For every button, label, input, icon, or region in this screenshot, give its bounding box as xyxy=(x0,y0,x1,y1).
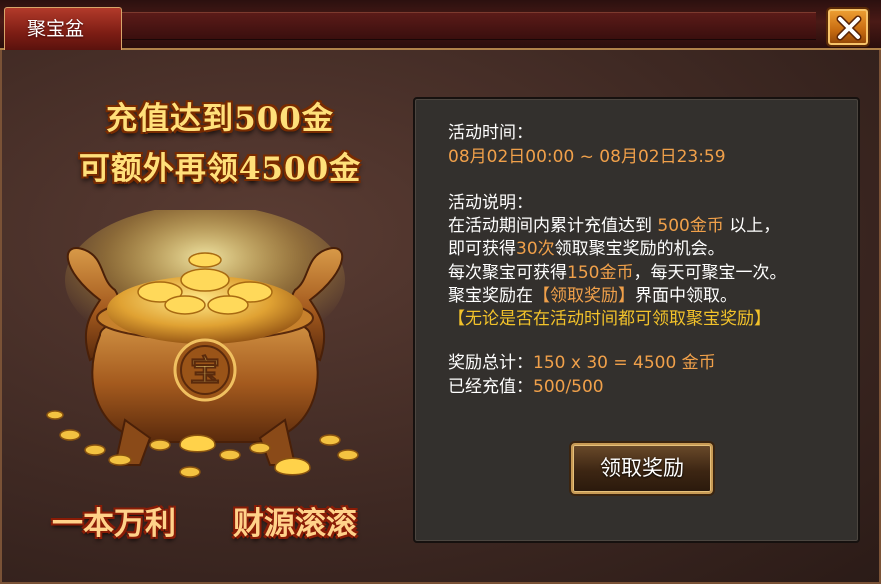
reward-total-label: 奖励总计： xyxy=(448,353,533,373)
svg-text:宝: 宝 xyxy=(190,354,220,389)
desc-line-4: 聚宝奖励在【领取奖励】界面中领取。 xyxy=(448,281,737,306)
desc-line-1-amount: 500金币 xyxy=(657,216,724,236)
desc-line-4-tail: 界面中领取。 xyxy=(635,286,737,306)
motto-left: 一本万利 xyxy=(52,506,176,542)
activity-time-label: 活动时间： xyxy=(448,123,533,143)
desc-line-3-amount: 150金币 xyxy=(567,263,634,283)
desc-line-2-count: 30次 xyxy=(516,239,555,259)
desc-line-2: 即可获得30次领取聚宝奖励的机会。 xyxy=(448,234,725,259)
desc-line-3: 每次聚宝可获得150金币，每天可聚宝一次。 xyxy=(448,258,786,283)
desc-line-1: 在活动期间内累计充值达到 500金币 以上， xyxy=(448,211,780,236)
close-button[interactable] xyxy=(826,7,870,47)
treasure-pot-illustration: 宝 xyxy=(46,210,359,478)
desc-line-3-text: 每次聚宝可获得 xyxy=(448,263,567,283)
title-bar-stripe xyxy=(120,12,816,40)
close-icon xyxy=(836,15,862,41)
title-bar xyxy=(0,0,881,50)
promo-headline-1: 充值达到500金 xyxy=(106,101,334,137)
desc-line-1-text: 在活动期间内累计充值达到 xyxy=(448,216,652,236)
desc-line-3-tail: ，每天可聚宝一次。 xyxy=(633,263,787,283)
recharged-label: 已经充值： xyxy=(448,377,533,397)
tab-treasure-pot[interactable]: 聚宝盆 xyxy=(4,7,122,50)
activity-notice: 【无论是否在活动时间都可领取聚宝奖励】 xyxy=(448,309,771,329)
desc-line-4-text: 聚宝奖励在 xyxy=(448,286,533,306)
recharged-value: 500/500 xyxy=(533,377,604,397)
motto-right: 财源滚滚 xyxy=(233,506,357,542)
desc-line-4-link: 【领取奖励】 xyxy=(533,286,635,306)
promo-headline-2: 可额外再领4500金 xyxy=(78,151,362,187)
recharged-row: 已经充值：500/500 xyxy=(448,372,604,397)
claim-reward-button[interactable]: 领取奖励 xyxy=(571,443,713,494)
activity-time-value: 08月02日00:00 ~ 08月02日23:59 xyxy=(448,147,726,167)
reward-total-row: 奖励总计：150 x 30 = 4500 金币 xyxy=(448,348,716,373)
desc-line-1-tail: 以上， xyxy=(729,216,781,236)
desc-line-2-tail: 领取聚宝奖励的机会。 xyxy=(554,239,725,259)
activity-desc-label: 活动说明： xyxy=(448,193,533,213)
desc-line-2-text: 即可获得 xyxy=(448,239,516,259)
reward-total-value: 150 x 30 = 4500 金币 xyxy=(533,353,716,373)
